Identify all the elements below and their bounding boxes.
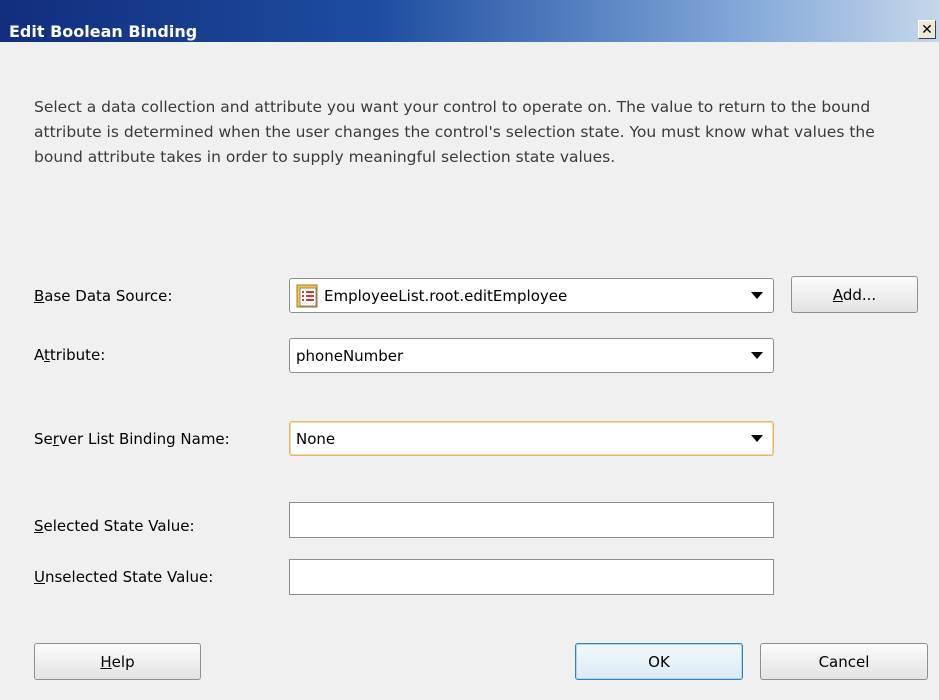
base-data-source-value: EmployeeList.root.editEmployee	[324, 286, 568, 305]
selected-state-label: Selected State Value:	[34, 517, 195, 535]
cancel-button[interactable]: Cancel	[760, 643, 928, 680]
edit-boolean-binding-dialog: Edit Boolean Binding ✕ Select a data col…	[0, 0, 939, 700]
attribute-label: Attribute:	[34, 346, 106, 364]
ok-button[interactable]: OK	[575, 643, 743, 680]
base-data-source-select[interactable]: EmployeeList.root.editEmployee	[289, 278, 774, 313]
close-icon: ✕	[921, 21, 933, 38]
title-bar[interactable]: Edit Boolean Binding ✕	[0, 0, 939, 42]
server-list-binding-select[interactable]: None	[289, 421, 774, 456]
attribute-select[interactable]: phoneNumber	[289, 338, 774, 373]
base-data-source-label: Base Data Source:	[34, 287, 173, 305]
unselected-state-input[interactable]	[289, 559, 774, 595]
attribute-value: phoneNumber	[296, 346, 404, 365]
server-list-binding-value: None	[296, 429, 336, 448]
dialog-description: Select a data collection and attribute y…	[34, 98, 875, 166]
server-list-binding-label: Server List Binding Name:	[34, 430, 230, 448]
close-button[interactable]: ✕	[918, 20, 936, 39]
chevron-down-icon	[751, 435, 763, 442]
selected-state-input[interactable]	[289, 502, 774, 538]
unselected-state-label: Unselected State Value:	[34, 568, 214, 586]
help-button-label: Help	[100, 652, 135, 671]
chevron-down-icon	[751, 352, 763, 359]
add-button-label: Add...	[832, 285, 877, 304]
help-button[interactable]: Help	[34, 643, 201, 680]
chevron-down-icon	[751, 292, 763, 299]
data-collection-icon	[296, 284, 318, 308]
add-button[interactable]: Add...	[791, 276, 918, 313]
dialog-title: Edit Boolean Binding	[9, 22, 198, 41]
